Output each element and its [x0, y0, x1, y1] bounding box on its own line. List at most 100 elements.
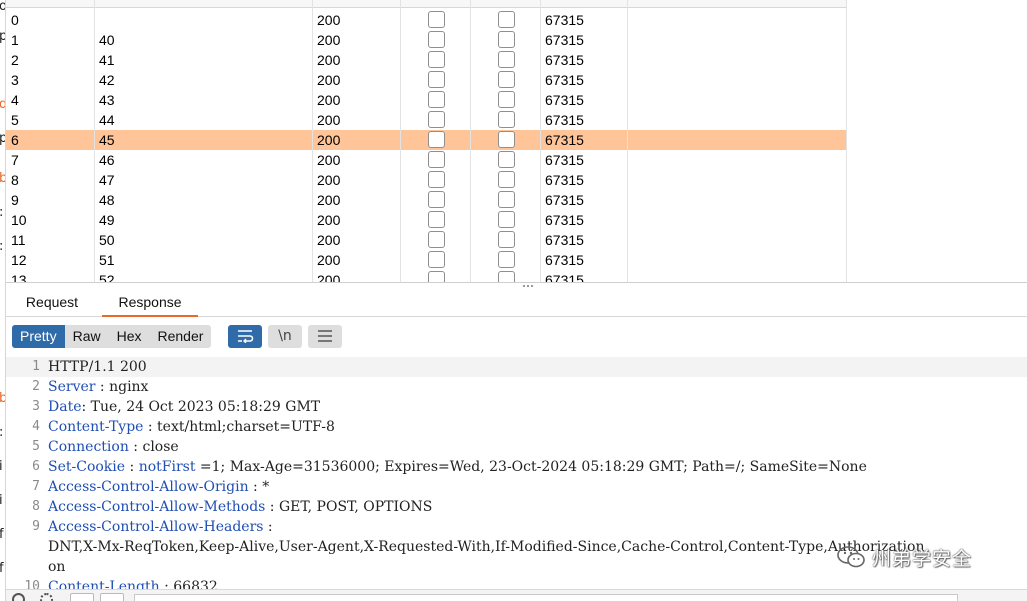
view-toolbar: Pretty Raw Hex Render \n: [6, 317, 1027, 355]
line-text: Server : nginx: [48, 377, 148, 397]
request-number: 7: [11, 152, 19, 168]
header-value: :: [263, 519, 273, 535]
table-header[interactable]: [6, 0, 847, 8]
table-row[interactable]: 10 49 200 67315: [6, 210, 847, 230]
error-checkbox[interactable]: [428, 191, 445, 208]
pretty-button[interactable]: Pretty: [12, 325, 65, 348]
search-input[interactable]: [134, 594, 958, 601]
timeout-checkbox[interactable]: [498, 251, 515, 268]
timeout-checkbox[interactable]: [498, 91, 515, 108]
error-checkbox[interactable]: [428, 111, 445, 128]
line-number: 7: [32, 479, 40, 494]
line-text: Connection : close: [48, 437, 179, 457]
length-cell: 67315: [545, 52, 584, 68]
table-row[interactable]: 4 43 200 67315: [6, 90, 847, 110]
error-checkbox[interactable]: [428, 251, 445, 268]
error-checkbox[interactable]: [428, 171, 445, 188]
timeout-checkbox[interactable]: [498, 51, 515, 68]
timeout-checkbox[interactable]: [498, 31, 515, 48]
table-row[interactable]: 2 41 200 67315: [6, 50, 847, 70]
table-row[interactable]: 9 48 200 67315: [6, 190, 847, 210]
error-checkbox[interactable]: [428, 211, 445, 228]
help-icon[interactable]: [12, 593, 25, 601]
request-number: 2: [11, 52, 19, 68]
bottom-search-bar: [6, 589, 1027, 601]
response-line: 5 Connection : close: [6, 437, 1027, 457]
status-code-cell: 200: [317, 72, 341, 88]
error-checkbox[interactable]: [428, 271, 445, 282]
error-checkbox[interactable]: [428, 71, 445, 88]
error-checkbox[interactable]: [428, 51, 445, 68]
timeout-checkbox[interactable]: [498, 211, 515, 228]
table-row[interactable]: 13 52 200 67315: [6, 270, 847, 283]
line-number: 3: [32, 399, 40, 414]
table-row[interactable]: 5 44 200 67315: [6, 110, 847, 130]
status-code-cell: 200: [317, 172, 341, 188]
table-row[interactable]: 3 42 200 67315: [6, 70, 847, 90]
error-checkbox[interactable]: [428, 151, 445, 168]
payload-cell: 47: [99, 172, 115, 188]
table-row[interactable]: 8 47 200 67315: [6, 170, 847, 190]
more-options-button[interactable]: [308, 325, 342, 348]
timeout-checkbox[interactable]: [498, 11, 515, 28]
request-number: 5: [11, 112, 19, 128]
line-text: Date: Tue, 24 Oct 2023 05:18:29 GMT: [48, 397, 320, 417]
wechat-logo-icon: [837, 546, 865, 568]
status-code-cell: 200: [317, 192, 341, 208]
error-checkbox[interactable]: [428, 231, 445, 248]
request-number: 11: [11, 232, 26, 248]
next-match-button[interactable]: [100, 593, 124, 601]
header-name: Content-Type: [48, 419, 144, 435]
line-number: 2: [32, 379, 40, 394]
error-checkbox[interactable]: [428, 31, 445, 48]
tab-request[interactable]: Request: [14, 289, 90, 317]
payload-cell: 51: [99, 252, 115, 268]
render-button[interactable]: Render: [150, 325, 212, 348]
gear-icon[interactable]: [40, 593, 53, 601]
table-row[interactable]: 7 46 200 67315: [6, 150, 847, 170]
payload-cell: 50: [99, 232, 115, 248]
header-value: : Tue, 24 Oct 2023 05:18:29 GMT: [81, 399, 321, 415]
header-name: Access-Control-Allow-Origin: [48, 479, 249, 495]
length-cell: 67315: [545, 92, 584, 108]
request-number: 10: [11, 212, 27, 228]
error-checkbox[interactable]: [428, 91, 445, 108]
error-checkbox[interactable]: [428, 131, 445, 148]
response-line: 8 Access-Control-Allow-Methods : GET, POS…: [6, 497, 1027, 517]
raw-button[interactable]: Raw: [65, 325, 109, 348]
timeout-checkbox[interactable]: [498, 131, 515, 148]
header-value: : text/html;charset=UTF-8: [143, 419, 335, 435]
hex-button[interactable]: Hex: [109, 325, 150, 348]
status-code-cell: 200: [317, 152, 341, 168]
timeout-checkbox[interactable]: [498, 171, 515, 188]
wrap-lines-button[interactable]: [228, 325, 262, 348]
request-number: 13: [11, 272, 27, 283]
timeout-checkbox[interactable]: [498, 111, 515, 128]
timeout-checkbox[interactable]: [498, 71, 515, 88]
header-value: :: [125, 459, 139, 475]
watermark-text: 州弟学安全: [872, 547, 973, 570]
payload-cell: 44: [99, 112, 115, 128]
cookie-name: notFirst: [138, 459, 196, 475]
timeout-checkbox[interactable]: [498, 151, 515, 168]
tab-response[interactable]: Response: [102, 289, 198, 317]
header-value: : GET, POST, OPTIONS: [265, 499, 433, 515]
response-line: 1 HTTP/1.1 200: [6, 357, 1027, 377]
timeout-checkbox[interactable]: [498, 271, 515, 282]
request-number: 6: [11, 132, 19, 148]
timeout-checkbox[interactable]: [498, 231, 515, 248]
table-row[interactable]: 12 51 200 67315: [6, 250, 847, 270]
table-row[interactable]: 11 50 200 67315: [6, 230, 847, 250]
table-row[interactable]: 0 200 67315: [6, 10, 847, 30]
previous-match-button[interactable]: [70, 593, 94, 601]
header-value: : nginx: [95, 379, 149, 395]
header-name: Server: [48, 379, 96, 395]
header-name: Connection: [48, 439, 129, 455]
length-cell: 67315: [545, 192, 584, 208]
header-name: Set-Cookie: [48, 459, 126, 475]
table-row[interactable]: 1 40 200 67315: [6, 30, 847, 50]
error-checkbox[interactable]: [428, 11, 445, 28]
table-row[interactable]: 6 45 200 67315: [6, 130, 847, 150]
timeout-checkbox[interactable]: [498, 191, 515, 208]
newline-toggle-button[interactable]: \n: [268, 325, 302, 348]
